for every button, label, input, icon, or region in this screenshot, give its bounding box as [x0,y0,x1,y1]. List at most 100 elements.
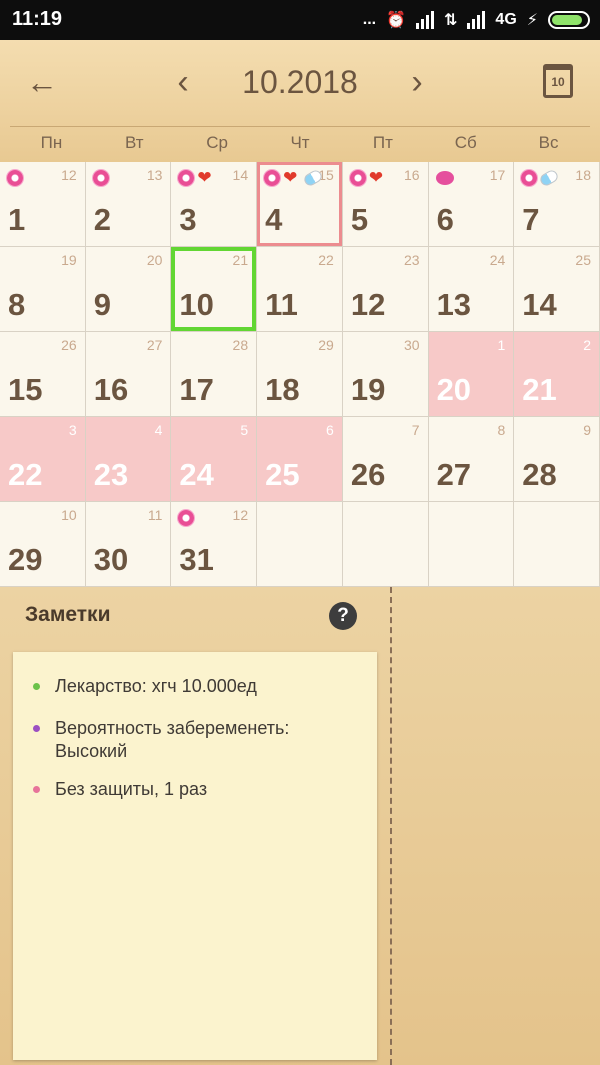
day-cell[interactable]: 12 31 [171,502,258,587]
day-cell[interactable]: 20 9 [85,247,172,332]
day-cell[interactable]: 21 10 [171,247,258,332]
day-cell[interactable]: 26 15 [0,332,86,417]
cycle-day-label: 29 [318,337,334,353]
cycle-day-label: 14 [232,167,249,183]
alarm-icon: ⏰ [386,12,407,29]
signal-icon-2 [467,11,486,29]
note-item-medicine: Лекарство: хгч 10.000ед [33,675,363,698]
empty-cell [428,502,515,587]
cycle-day-label: 11 [147,507,163,523]
weekday-label: Вс [538,133,559,152]
day-number: 8 [8,287,26,322]
day-number: 1 [8,202,26,237]
cycle-day-label: 24 [489,252,506,268]
day-icons: ❤ [349,169,387,187]
status-time: 11:19 [12,8,63,30]
day-number: 9 [93,287,111,322]
notes-section: Заметки ? Лекарство: хгч 10.000ед Вероят… [0,587,600,1065]
cycle-day-label: 13 [146,167,163,183]
day-number: 23 [93,457,129,492]
calendar-today-icon[interactable]: 10 [543,64,573,98]
empty-cell [342,502,429,587]
flower-icon [7,170,23,186]
day-cell[interactable]: 10 29 [0,502,86,587]
day-number: 12 [350,287,386,322]
next-month-button[interactable]: › [402,62,432,102]
signal-icon [416,11,435,29]
charging-icon: ⚡ [526,12,538,29]
note-text: Без защиты, 1 раз [55,779,208,799]
day-cell[interactable]: 23 12 [342,247,429,332]
flower-icon [264,170,281,186]
day-number: 6 [436,202,454,237]
day-number: 2 [93,202,111,237]
day-cell[interactable]: 5 24 [171,417,258,502]
day-cell[interactable]: 14 3 ❤ [171,162,258,247]
day-number: 27 [436,457,472,492]
day-cell[interactable]: 17 6 [428,162,515,247]
calendar-header: ← ‹ 10.2018 › 10 Пн Вт Ср Чт Пт Сб Вс [0,40,600,162]
day-cell[interactable]: 9 28 [514,417,600,502]
status-icons: ... ⏰ ⇅ 4G ⚡ [363,6,590,34]
cycle-day-label: 20 [146,252,163,268]
day-cell[interactable]: 29 18 [257,332,343,417]
day-number: 4 [265,202,283,237]
empty-cell [514,502,600,587]
divider [390,587,392,1065]
day-icons: ❤ [264,168,324,188]
cycle-day-label: 26 [61,337,77,353]
day-cell[interactable]: 12 1 [0,162,86,247]
cycle-day-label: 10 [61,507,77,523]
prev-month-button[interactable]: ‹ [168,62,198,102]
cycle-day-label: 4 [154,422,163,438]
day-cell[interactable]: 19 8 [0,247,86,332]
day-number: 16 [93,372,129,407]
day-cell[interactable]: 13 2 [85,162,172,247]
day-number: 30 [93,542,129,577]
day-cell[interactable]: 7 26 [342,417,429,502]
day-cell[interactable]: 16 5 ❤ [342,162,429,247]
day-cell[interactable]: 8 27 [428,417,515,502]
cycle-day-label: 25 [575,252,591,268]
heart-icon: ❤ [283,168,298,187]
day-cell[interactable]: 22 11 [257,247,343,332]
day-number: 14 [522,287,557,322]
bullet-icon [33,725,40,732]
pill-icon [302,168,324,188]
day-number: 29 [8,542,43,577]
cycle-day-label: 1 [497,337,506,353]
bullet-icon [33,683,40,690]
day-cell[interactable]: 15 4 ❤ [257,162,343,247]
cycle-day-label: 27 [146,337,163,353]
weekday-label: Чт [290,133,310,152]
data-transfer-icon: ⇅ [444,12,458,29]
day-cell[interactable]: 1 20 [428,332,515,417]
day-number: 20 [436,372,472,407]
day-number: 15 [8,372,43,407]
day-cell[interactable]: 18 7 [514,162,600,247]
day-cell[interactable]: 28 17 [171,332,258,417]
weekday-label: Сб [454,133,477,152]
cycle-day-label: 8 [497,422,506,438]
day-icons [178,509,195,527]
back-button[interactable]: ← [22,62,62,102]
note-item-intercourse: Без защиты, 1 раз [33,778,363,801]
day-cell[interactable]: 3 22 [0,417,86,502]
day-cell[interactable]: 6 25 [257,417,343,502]
day-cell[interactable]: 11 30 [85,502,172,587]
day-cell[interactable]: 24 13 [428,247,515,332]
day-cell[interactable]: 30 19 [342,332,429,417]
day-cell[interactable]: 25 14 [514,247,600,332]
day-number: 5 [350,202,369,237]
cycle-day-label: 21 [232,252,249,268]
notes-card[interactable]: Лекарство: хгч 10.000ед Вероятность забе… [13,652,377,1060]
flower-icon [349,170,366,186]
day-number: 11 [265,287,298,322]
bullet-icon [33,786,40,793]
flower-icon [178,510,195,526]
day-cell[interactable]: 27 16 [85,332,172,417]
help-icon[interactable]: ? [329,602,357,630]
day-cell[interactable]: 4 23 [85,417,172,502]
day-number: 7 [522,202,540,237]
day-cell[interactable]: 2 21 [514,332,600,417]
